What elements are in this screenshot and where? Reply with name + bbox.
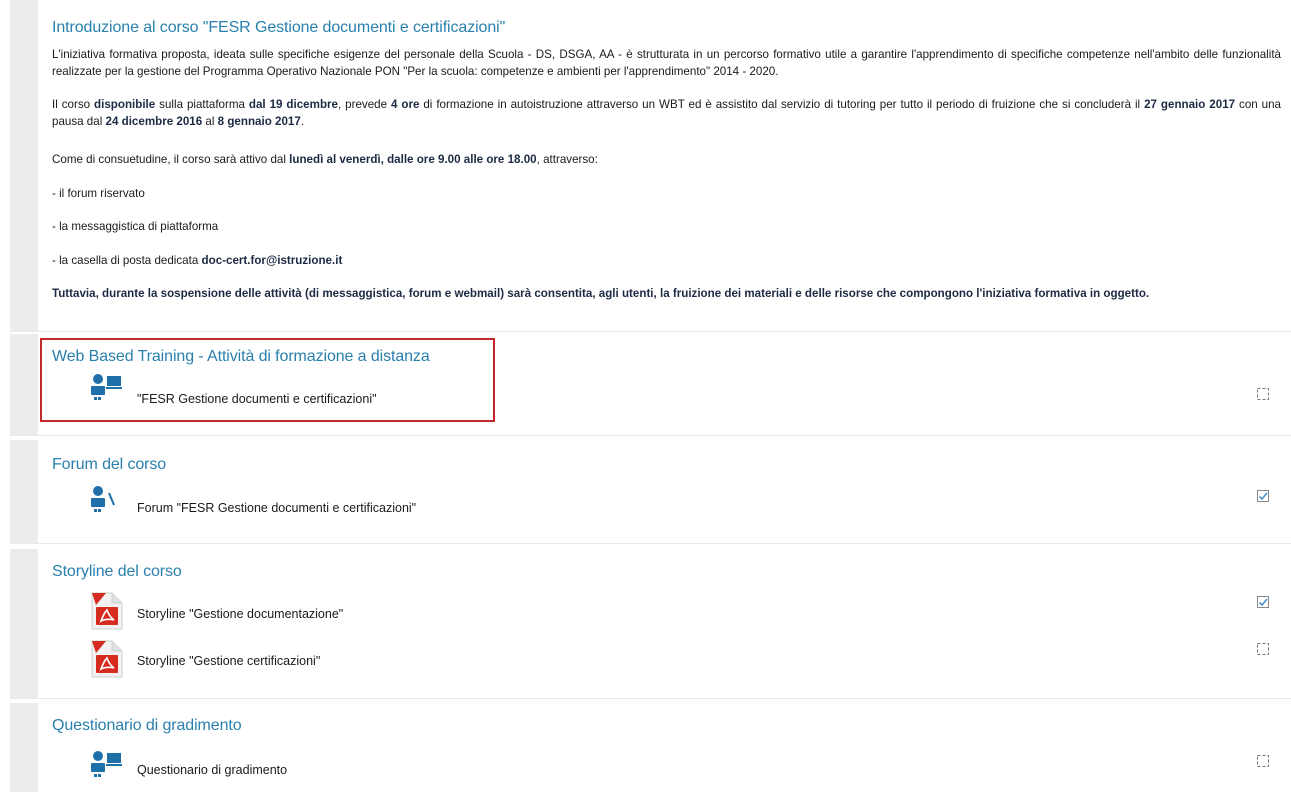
activity-row[interactable]: Storyline "Gestione certificazioni" bbox=[10, 640, 1291, 678]
forum-user-icon bbox=[91, 486, 115, 512]
activity-link[interactable]: Questionario di gradimento bbox=[137, 763, 287, 777]
bold-text: 24 dicembre 2016 bbox=[105, 115, 203, 128]
intro-list-item-email: - la casella di posta dedicata doc-cert.… bbox=[52, 252, 1281, 269]
activity-row[interactable]: Questionario di gradimento bbox=[10, 751, 1291, 781]
intro-list-item-messaging: - la messaggistica di piattaforma bbox=[52, 220, 219, 233]
text: . bbox=[300, 115, 305, 128]
intro-paragraph-4: Tuttavia, durante la sospensione delle a… bbox=[52, 287, 1150, 300]
storyline-section: Storyline del corso Storyline "Gestione … bbox=[10, 549, 1291, 699]
questionario-section: Questionario di gradimento Questionario … bbox=[10, 703, 1291, 792]
intro-section: Introduzione al corso "FESR Gestione doc… bbox=[10, 0, 1291, 332]
email-address: doc-cert.for@istruzione.it bbox=[201, 254, 343, 267]
intro-paragraph-3: Come di consuetudine, il corso sarà atti… bbox=[52, 151, 1281, 168]
forum-section: Forum del corso Forum "FESR Gestione doc… bbox=[10, 440, 1291, 544]
text: , attraverso: bbox=[536, 153, 598, 166]
activity-link[interactable]: Storyline "Gestione documentazione" bbox=[137, 607, 343, 621]
intro-list-item-forum: - il forum riservato bbox=[52, 187, 145, 200]
bold-text: 8 gennaio 2017 bbox=[217, 115, 301, 128]
pdf-icon bbox=[91, 640, 123, 678]
bold-text: 4 ore bbox=[390, 98, 420, 111]
intro-paragraph-1: L'iniziativa formativa proposta, ideata … bbox=[52, 48, 1281, 78]
forum-section-title: Forum del corso bbox=[52, 456, 167, 473]
highlight-box bbox=[40, 338, 495, 422]
course-page: Introduzione al corso "FESR Gestione doc… bbox=[0, 0, 1291, 792]
text: di formazione in autoistruzione attraver… bbox=[419, 98, 1145, 111]
text: sulla piattaforma bbox=[155, 98, 249, 111]
questionario-section-title: Questionario di gradimento bbox=[52, 717, 242, 734]
completion-checkbox-empty-icon[interactable] bbox=[1257, 643, 1269, 655]
completion-checkbox-checked-icon[interactable] bbox=[1257, 490, 1269, 502]
text: Come di consuetudine, il corso sarà atti… bbox=[52, 153, 290, 166]
bold-text: 27 gennaio 2017 bbox=[1144, 98, 1236, 111]
activity-row[interactable]: Storyline "Gestione documentazione" bbox=[10, 592, 1291, 630]
completion-checkbox-checked-icon[interactable] bbox=[1257, 596, 1269, 608]
user-screen-icon bbox=[91, 751, 122, 777]
completion-checkbox-empty-icon[interactable] bbox=[1257, 388, 1269, 400]
section-strip bbox=[10, 0, 38, 331]
bold-text: dal 19 dicembre bbox=[248, 98, 338, 111]
activity-link[interactable]: Forum "FESR Gestione documenti e certifi… bbox=[137, 501, 416, 515]
storyline-section-title: Storyline del corso bbox=[52, 563, 182, 580]
bold-text: disponibile bbox=[94, 98, 156, 111]
text: Il corso bbox=[52, 98, 95, 111]
completion-checkbox-empty-icon[interactable] bbox=[1257, 755, 1269, 767]
bold-text: lunedì al venerdì, dalle ore 9.00 alle o… bbox=[289, 153, 537, 166]
text: , prevede bbox=[337, 98, 391, 111]
activity-row[interactable]: Forum "FESR Gestione documenti e certifi… bbox=[10, 486, 1291, 518]
text: - la casella di posta dedicata bbox=[52, 254, 202, 267]
activity-link[interactable]: Storyline "Gestione certificazioni" bbox=[137, 654, 320, 668]
intro-paragraph-2: Il corso disponibile sulla piattaforma d… bbox=[52, 96, 1281, 130]
text: al bbox=[202, 115, 218, 128]
intro-title: Introduzione al corso "FESR Gestione doc… bbox=[52, 19, 506, 36]
pdf-icon bbox=[91, 592, 123, 630]
